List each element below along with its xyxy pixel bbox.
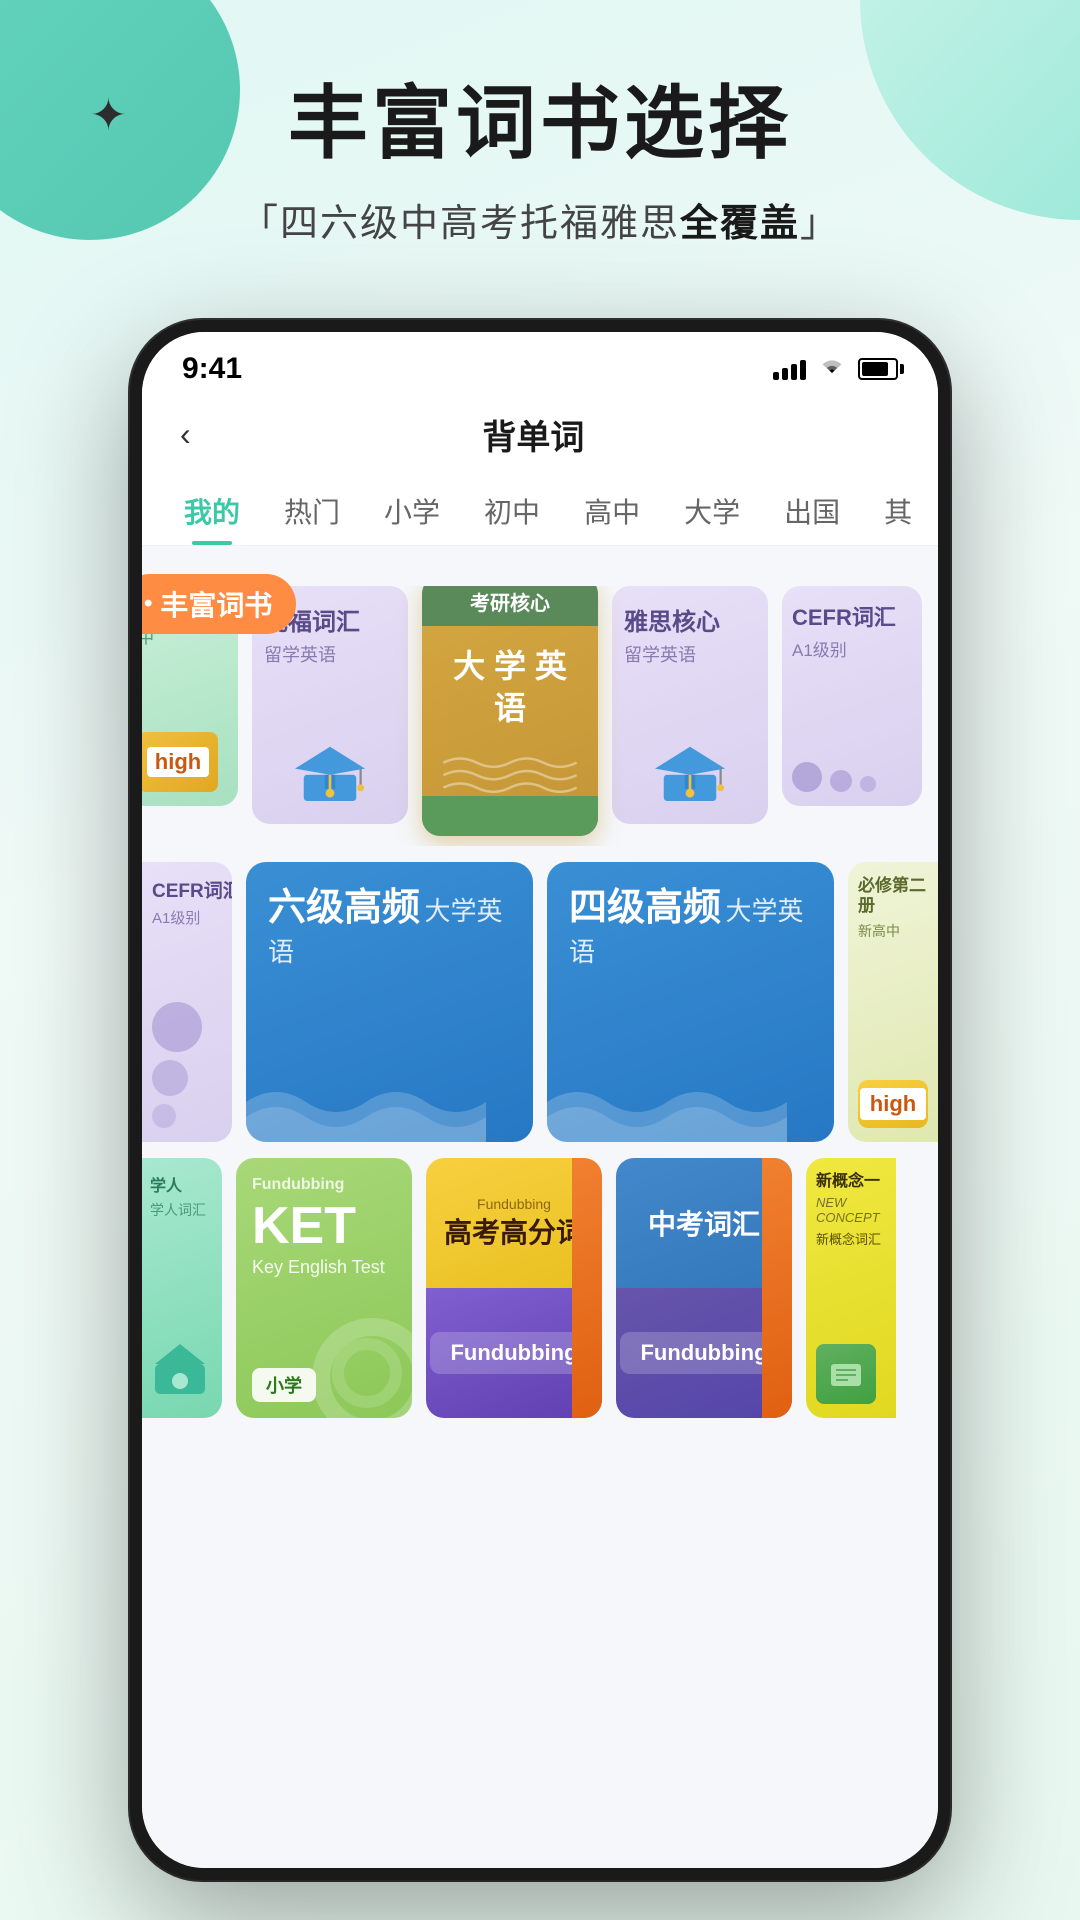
cefr-decoration [792, 762, 876, 792]
zhongkao-title: 中考词汇 [648, 1203, 760, 1243]
back-button[interactable]: ‹ [172, 408, 199, 461]
liuji-wave-icon [246, 1042, 486, 1142]
status-icons [773, 355, 898, 383]
xueren-icon [150, 1339, 214, 1404]
zhongkao-card[interactable]: 中考词汇 Fundubbing [616, 1158, 792, 1418]
cefr-left-subtitle: A1级别 [152, 907, 222, 928]
toefl-card-subtitle: 留学英语 [264, 641, 396, 667]
tab-hot[interactable]: 热门 [262, 477, 362, 545]
nav-bar: ‹ 背单词 [142, 396, 938, 477]
header-section: 丰富词书选择 「四六级中高考托福雅思全覆盖」 [0, 80, 1080, 247]
gaokao-brand-top: Fundubbing [477, 1196, 551, 1212]
gaokao-card[interactable]: Fundubbing 高考高分词 Fundubbing [426, 1158, 602, 1418]
kaoyan-card[interactable]: 考研核心 大 学 英 语 [422, 586, 598, 836]
cefr-partial-subtitle: A1级别 [792, 636, 847, 661]
xueren-subtitle: 学人词汇 [150, 1200, 214, 1220]
high-label-right: high [860, 1088, 926, 1120]
ket-brand: Fundubbing [252, 1176, 344, 1194]
battery-icon [858, 358, 898, 380]
tab-abroad[interactable]: 出国 [762, 477, 862, 545]
gaokao-brand-label: Fundubbing [450, 1340, 577, 1365]
ket-decoration2 [332, 1338, 402, 1408]
bixiu-right-title: 必修第二册 [858, 876, 928, 917]
ielts-card-title: 雅思核心 [624, 602, 756, 637]
xueren-title: 学人 [150, 1172, 214, 1196]
gaokao-title: 高考高分词 [444, 1216, 584, 1250]
siji-title: 四级高频 [569, 887, 721, 929]
tab-more[interactable]: 其 [862, 477, 934, 545]
ielts-card-subtitle: 留学英语 [624, 641, 756, 667]
subtitle-prefix: 「四六级中高考托福雅思 [240, 203, 680, 245]
phone-mockup: 9:41 [130, 320, 950, 1880]
tab-college[interactable]: 大学 [662, 477, 762, 545]
cefr-partial-card[interactable]: CEFR词汇 A1级别 [782, 586, 922, 806]
toefl-grad-cap-icon [285, 738, 375, 808]
zhongkao-brand-label: Fundubbing [640, 1340, 767, 1365]
wifi-icon [818, 355, 846, 383]
tab-bar: 我的 热门 小学 初中 高中 大学 出国 其 [142, 477, 938, 546]
kaoyan-waves-icon [435, 746, 585, 796]
phone-content: 修第二册 中 high 托福词汇 留学英语 [142, 546, 938, 1868]
label-bubble: 丰富词书 [142, 574, 296, 634]
xingainian-english: NEW CONCEPT [816, 1195, 886, 1225]
cefr-partial-title: CEFR词汇 [792, 600, 896, 632]
signal-icon [773, 358, 806, 380]
kaoyan-top-bar: 考研核心 [422, 586, 598, 626]
ket-tag: 小学 [252, 1368, 316, 1402]
subtitle-highlight: 全覆盖 [680, 203, 800, 245]
bixiu-right-partial[interactable]: 必修第二册 新高中 high [848, 862, 938, 1142]
high-board-right: high [858, 1080, 928, 1128]
blackboard-icon: high [142, 732, 218, 792]
ielts-grad-cap-icon [645, 738, 735, 808]
book-row-2-wrapper: CEFR词汇 A1级别 六级高频 大学英语 [142, 862, 938, 1142]
main-title: 丰富词书选择 [0, 80, 1080, 168]
ket-title: KET [252, 1200, 396, 1252]
ielts-card[interactable]: 雅思核心 留学英语 [612, 586, 768, 824]
xingainian-partial[interactable]: 新概念一 NEW CONCEPT 新概念词汇 [806, 1158, 896, 1418]
xingainian-title: 新概念一 [816, 1172, 886, 1193]
kaoyan-top-label: 考研核心 [470, 587, 550, 616]
subtitle: 「四六级中高考托福雅思全覆盖」 [0, 192, 1080, 247]
siji-card[interactable]: 四级高频 大学英语 [547, 862, 834, 1142]
liuji-title: 六级高频 [268, 887, 420, 929]
kaoyan-main-title: 大 学 英 语 [438, 646, 582, 729]
cefr-left-partial[interactable]: CEFR词汇 A1级别 [142, 862, 232, 1142]
bixiu-right-subtitle: 新高中 [858, 921, 928, 941]
ket-card[interactable]: Fundubbing KET Key English Test 小学 [236, 1158, 412, 1418]
siji-wave-icon [547, 1042, 787, 1142]
xingainian-subtitle: 新概念词汇 [816, 1229, 886, 1248]
ket-tag-label: 小学 [266, 1376, 302, 1396]
tab-high[interactable]: 高中 [562, 477, 662, 545]
nav-title: 背单词 [199, 410, 868, 459]
ket-brand-row: Fundubbing [252, 1176, 396, 1194]
label-bubble-text: 丰富词书 [160, 584, 272, 624]
status-bar: 9:41 [142, 332, 938, 396]
kaoyan-bottom-bar [422, 796, 598, 836]
xueren-partial[interactable]: 学人 学人词汇 [142, 1158, 222, 1418]
cefr-left-title: CEFR词汇 [152, 876, 222, 903]
tab-middle[interactable]: 初中 [462, 477, 562, 545]
book-row-3-wrapper: 学人 学人词汇 Fundubbing KET [142, 1142, 938, 1418]
status-time: 9:41 [182, 352, 242, 386]
subtitle-suffix: 」 [800, 203, 840, 245]
zhongkao-stripe [762, 1158, 792, 1418]
tab-primary[interactable]: 小学 [362, 477, 462, 545]
liuji-card[interactable]: 六级高频 大学英语 [246, 862, 533, 1142]
cefr-left-decoration [152, 1002, 222, 1128]
tab-my[interactable]: 我的 [162, 477, 262, 545]
xingainian-icon [816, 1344, 876, 1404]
ket-subtitle: Key English Test [252, 1256, 396, 1279]
phone-screen: 9:41 [142, 332, 938, 1868]
gaokao-stripe [572, 1158, 602, 1418]
